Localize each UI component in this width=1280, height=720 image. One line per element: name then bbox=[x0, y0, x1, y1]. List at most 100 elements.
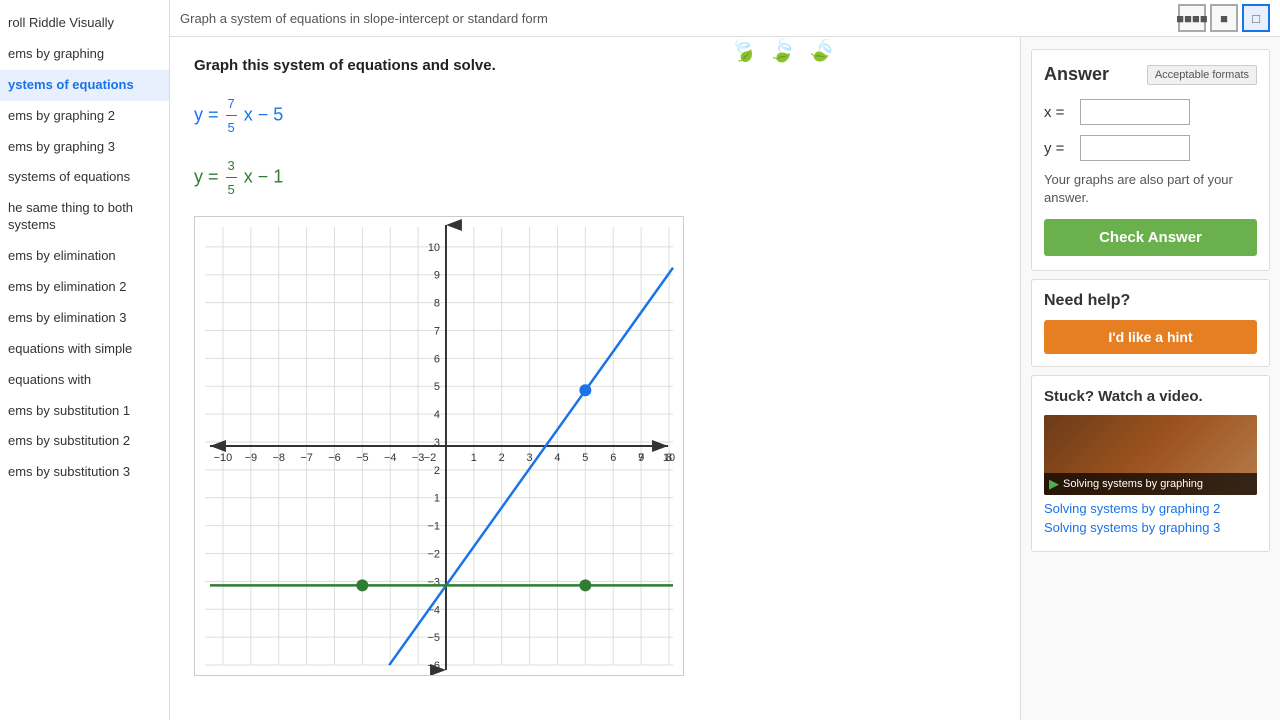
sidebar-item-elimination-2[interactable]: ems by elimination 2 bbox=[0, 272, 169, 303]
eq1-suffix: x − 5 bbox=[244, 105, 284, 125]
video-section: Stuck? Watch a video. ▶ Solving systems … bbox=[1031, 375, 1270, 552]
svg-text:−10: −10 bbox=[214, 451, 233, 463]
svg-text:2: 2 bbox=[499, 451, 505, 463]
acceptable-formats-button[interactable]: Acceptable formats bbox=[1147, 65, 1257, 85]
sidebar-item-substitution-1[interactable]: ems by substitution 1 bbox=[0, 396, 169, 427]
axis-labels-x-right: 9 10 bbox=[638, 451, 675, 463]
video-play-icon: ▶ bbox=[1049, 476, 1059, 492]
sidebar-item-systems-of-equations[interactable]: ystems of equations bbox=[0, 70, 169, 101]
svg-text:6: 6 bbox=[610, 451, 616, 463]
sidebar-item-substitution-3[interactable]: ems by substitution 3 bbox=[0, 457, 169, 488]
eq1-prefix: y = bbox=[194, 105, 224, 125]
y-label: y = bbox=[1044, 140, 1072, 157]
svg-text:4: 4 bbox=[554, 451, 560, 463]
answer-note: Your graphs are also part of your answer… bbox=[1044, 171, 1257, 207]
top-bar: Graph a system of equations in slope-int… bbox=[170, 0, 1280, 37]
grid-view-2[interactable]: ■ bbox=[1210, 4, 1238, 32]
svg-text:2: 2 bbox=[434, 464, 440, 476]
eq1-fraction: 7 5 bbox=[226, 92, 237, 140]
leaf-icon-3: 🍃 bbox=[804, 37, 841, 69]
sidebar-item-equations-with[interactable]: equations with bbox=[0, 365, 169, 396]
svg-text:10: 10 bbox=[428, 241, 440, 253]
problem-title: Graph this system of equations and solve… bbox=[194, 57, 996, 74]
video-link-1[interactable]: Solving systems by graphing 2 bbox=[1044, 501, 1257, 516]
svg-text:1: 1 bbox=[471, 451, 477, 463]
check-answer-button[interactable]: Check Answer bbox=[1044, 219, 1257, 256]
svg-text:1: 1 bbox=[434, 492, 440, 504]
sidebar-item-systems-of-equations-2[interactable]: systems of equations bbox=[0, 162, 169, 193]
sidebar-item-substitution-2[interactable]: ems by substitution 2 bbox=[0, 426, 169, 457]
video-label: ▶ Solving systems by graphing bbox=[1044, 473, 1257, 495]
sidebar-item-roll-riddle[interactable]: roll Riddle Visually bbox=[0, 8, 169, 39]
svg-text:−4: −4 bbox=[384, 451, 396, 463]
video-thumbnail[interactable]: ▶ Solving systems by graphing bbox=[1044, 415, 1257, 495]
sidebar-item-elimination-3[interactable]: ems by elimination 3 bbox=[0, 303, 169, 334]
svg-text:−5: −5 bbox=[428, 632, 440, 644]
dot-line2-point1[interactable] bbox=[356, 579, 368, 591]
eq2-denominator: 5 bbox=[226, 178, 237, 201]
eq2-prefix: y = bbox=[194, 166, 224, 186]
svg-text:3: 3 bbox=[434, 437, 440, 449]
answer-section: Answer Acceptable formats x = y = Your g… bbox=[1031, 49, 1270, 271]
svg-text:6: 6 bbox=[434, 353, 440, 365]
svg-text:−9: −9 bbox=[245, 451, 257, 463]
svg-text:−1: −1 bbox=[428, 520, 440, 532]
grid-view-1[interactable]: ■■■■ bbox=[1178, 4, 1206, 32]
svg-text:7: 7 bbox=[434, 325, 440, 337]
equation-1: y = 7 5 x − 5 bbox=[194, 92, 996, 140]
axis-labels-x-neg: −2 bbox=[424, 451, 436, 463]
svg-text:−2: −2 bbox=[428, 548, 440, 560]
svg-text:8: 8 bbox=[434, 297, 440, 309]
grid-view-3[interactable]: □ bbox=[1242, 4, 1270, 32]
coordinate-graph[interactable]: −10 −9 −8 −7 −6 −5 −4 −3 1 2 3 4 5 bbox=[194, 216, 684, 676]
x-answer-row: x = bbox=[1044, 99, 1257, 125]
svg-text:−6: −6 bbox=[328, 451, 340, 463]
main-content: Graph a system of equations in slope-int… bbox=[170, 0, 1280, 720]
problem-area: 🍃 🍃 🍃 Graph this system of equations and… bbox=[170, 37, 1020, 720]
content-area: 🍃 🍃 🍃 Graph this system of equations and… bbox=[170, 37, 1280, 720]
right-panel: Answer Acceptable formats x = y = Your g… bbox=[1020, 37, 1280, 720]
svg-text:−6: −6 bbox=[428, 660, 440, 672]
x-label: x = bbox=[1044, 104, 1072, 121]
help-section: Need help? I'd like a hint bbox=[1031, 279, 1270, 367]
svg-text:10: 10 bbox=[663, 451, 675, 463]
axis-labels: −10 −9 −8 −7 −6 −5 −4 −3 1 2 3 4 5 bbox=[214, 451, 672, 463]
hint-button[interactable]: I'd like a hint bbox=[1044, 320, 1257, 354]
svg-text:−3: −3 bbox=[412, 451, 424, 463]
svg-text:4: 4 bbox=[434, 409, 440, 421]
svg-text:5: 5 bbox=[582, 451, 588, 463]
sidebar-item-systems-graphing[interactable]: ems by graphing bbox=[0, 39, 169, 70]
video-link-2[interactable]: Solving systems by graphing 3 bbox=[1044, 520, 1257, 535]
sidebar-item-simple-equations[interactable]: equations with simple bbox=[0, 334, 169, 365]
leaf-icon-2: 🍃 bbox=[767, 37, 799, 66]
x-input[interactable] bbox=[1080, 99, 1190, 125]
video-label-text: Solving systems by graphing bbox=[1063, 478, 1203, 490]
view-toggle-icons: ■■■■ ■ □ bbox=[1178, 4, 1270, 32]
svg-text:−2: −2 bbox=[424, 451, 436, 463]
sidebar-item-systems-graphing-2[interactable]: ems by graphing 2 bbox=[0, 101, 169, 132]
eq2-fraction: 3 5 bbox=[226, 154, 237, 202]
leaf-decorations: 🍃 🍃 🍃 bbox=[720, 37, 846, 68]
svg-text:5: 5 bbox=[434, 381, 440, 393]
svg-text:3: 3 bbox=[527, 451, 533, 463]
svg-text:9: 9 bbox=[434, 269, 440, 281]
svg-text:−8: −8 bbox=[272, 451, 284, 463]
sidebar-item-same-thing[interactable]: he same thing to both systems bbox=[0, 193, 169, 241]
answer-header: Answer Acceptable formats bbox=[1044, 64, 1257, 85]
graph-container: −10 −9 −8 −7 −6 −5 −4 −3 1 2 3 4 5 bbox=[194, 216, 684, 676]
video-title: Stuck? Watch a video. bbox=[1044, 388, 1257, 405]
y-answer-row: y = bbox=[1044, 135, 1257, 161]
eq2-suffix: x − 1 bbox=[244, 166, 284, 186]
dot-line2-point2[interactable] bbox=[579, 579, 591, 591]
top-bar-description: Graph a system of equations in slope-int… bbox=[180, 11, 1178, 26]
help-title: Need help? bbox=[1044, 292, 1257, 310]
eq1-numerator: 7 bbox=[226, 92, 237, 116]
sidebar: roll Riddle Visually ems by graphing yst… bbox=[0, 0, 170, 720]
svg-text:9: 9 bbox=[638, 451, 644, 463]
eq2-numerator: 3 bbox=[226, 154, 237, 178]
dot-line1-point1[interactable] bbox=[579, 384, 591, 396]
y-input[interactable] bbox=[1080, 135, 1190, 161]
sidebar-item-systems-graphing-3[interactable]: ems by graphing 3 bbox=[0, 132, 169, 163]
sidebar-item-elimination[interactable]: ems by elimination bbox=[0, 241, 169, 272]
line-1-blue bbox=[389, 267, 673, 664]
